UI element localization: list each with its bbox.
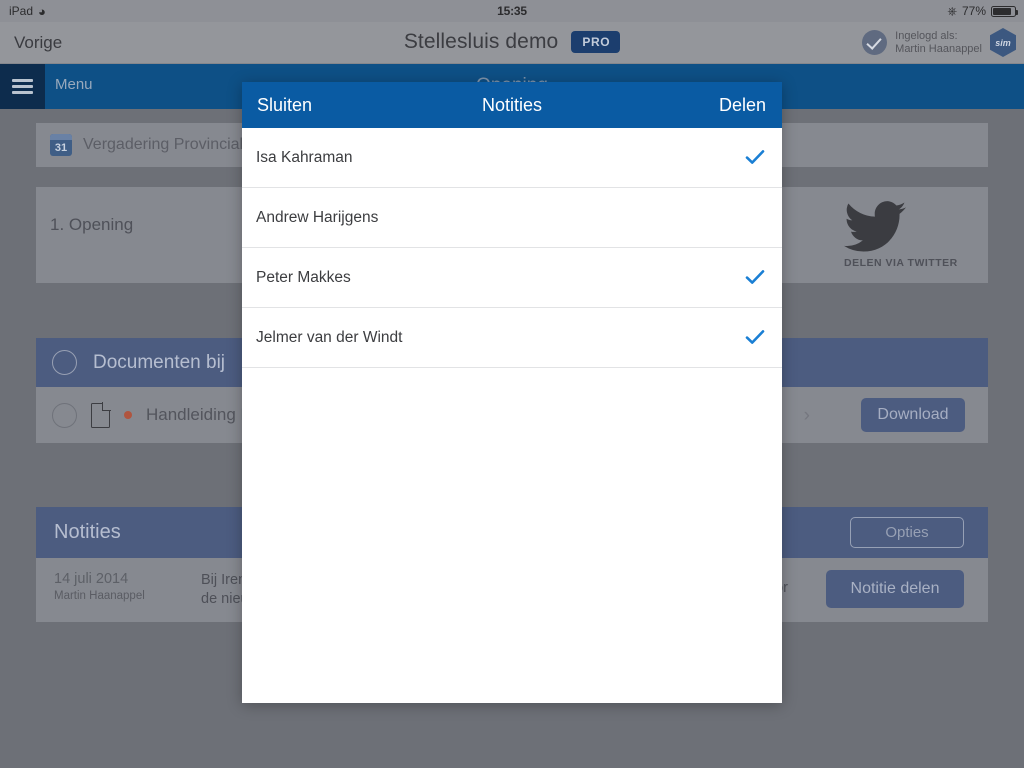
options-button[interactable]: Opties (850, 517, 964, 548)
page-title: Stellesluis demo (403, 30, 559, 53)
checkmark-icon (745, 329, 765, 345)
note-author: Martin Haanappel (54, 590, 145, 602)
circle-checkbox-icon[interactable] (52, 402, 77, 428)
calendar-day-label: 31 (54, 142, 68, 154)
calendar-icon: 31 (50, 134, 72, 156)
recipient-row[interactable]: Peter Makkes (242, 248, 782, 308)
modal-header: Sluiten Notities Delen (242, 82, 782, 128)
battery-icon (991, 5, 1018, 17)
status-bar-right: ⎈ 77% (947, 4, 1018, 18)
note-date: 14 juli 2014 (54, 571, 129, 587)
recipient-row[interactable]: Jelmer van der Windt (242, 308, 782, 368)
share-note-button[interactable]: Notitie delen (826, 570, 964, 608)
modal-share-button[interactable]: Delen (719, 95, 766, 116)
recipient-row[interactable]: Andrew Harijgens (242, 188, 782, 248)
recipient-name: Jelmer van der Windt (256, 328, 403, 346)
unread-dot-icon (124, 411, 132, 419)
status-bar-clock: 15:35 (497, 4, 527, 18)
checkmark-icon (745, 149, 765, 165)
recipient-name: Isa Kahraman (256, 148, 353, 166)
check-circle-icon (862, 30, 888, 55)
document-file-icon (91, 402, 110, 428)
notes-section-label: Notities (54, 521, 121, 543)
battery-percent-label: 77% (961, 4, 986, 18)
app-header: Vorige Stellesluis demo PRO Ingelogd als… (0, 22, 1024, 64)
share-via-twitter-label: DELEN VIA TWITTER (844, 257, 958, 269)
status-bar: iPad ◕ 15:35 ⎈ 77% (0, 0, 1024, 22)
notes-share-modal: Sluiten Notities Delen Isa Kahraman Andre… (242, 82, 782, 703)
chevron-right-icon[interactable]: › (804, 405, 810, 427)
download-button[interactable]: Download (861, 398, 965, 432)
checkmark-icon (745, 269, 765, 285)
documents-section-label: Documenten bij (93, 351, 226, 373)
recipient-name: Peter Makkes (256, 268, 351, 286)
share-via-twitter-tile[interactable]: DELEN VIA TWITTER (828, 187, 988, 283)
account-label: Ingelogd als: (895, 29, 958, 42)
bluetooth-icon: ⎈ (947, 4, 957, 18)
modal-title: Notities (481, 95, 543, 115)
account-area[interactable]: Ingelogd als: Martin Haanappel sim (862, 28, 1016, 57)
twitter-bird-icon (844, 201, 906, 252)
pro-badge: PRO (571, 31, 621, 53)
circle-checkbox-icon[interactable] (52, 350, 77, 375)
sim-hexagon-logo: sim (990, 28, 1016, 57)
ipad-screen: iPad ◕ 15:35 ⎈ 77% Vorige Stellesluis de… (0, 0, 1024, 768)
agenda-item-label: 1. Opening (50, 215, 134, 234)
recipient-list: Isa Kahraman Andrew Harijgens Peter Makkes… (242, 128, 782, 368)
account-name: Martin Haanappel (895, 42, 982, 55)
recipient-name: Andrew Harijgens (256, 208, 379, 226)
account-info: Ingelogd als: Martin Haanappel (895, 30, 982, 56)
recipient-row[interactable]: Isa Kahraman (242, 128, 782, 188)
